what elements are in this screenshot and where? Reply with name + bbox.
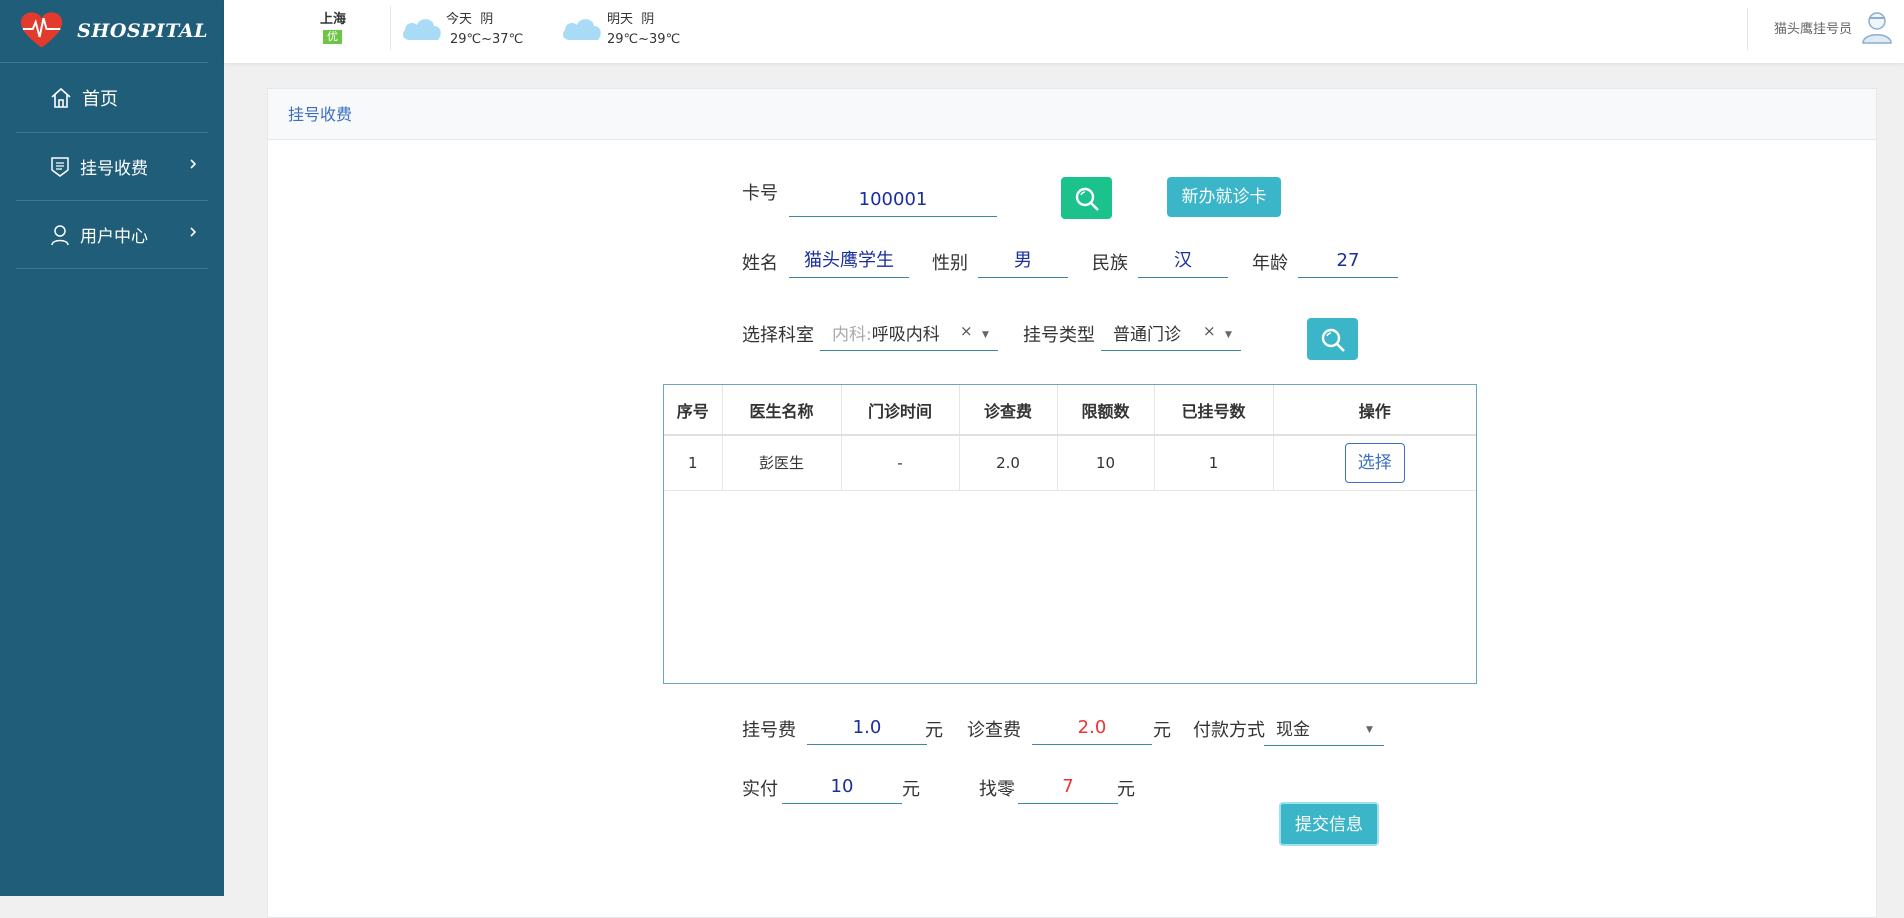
weather-tomorrow: 明天 阴 29℃~39℃ <box>607 12 681 47</box>
page-title: 挂号收费 <box>268 89 1876 140</box>
sidebar: SHOSPITAL 首页 挂号收费 用户中心 <box>0 0 224 896</box>
payment-method-label: 付款方式 <box>1193 720 1265 741</box>
air-quality-badge: 优 <box>323 30 342 44</box>
new-card-button[interactable]: 新办就诊卡 <box>1167 177 1281 217</box>
cloud-icon <box>402 19 441 40</box>
cell-no: 1 <box>664 435 723 491</box>
chevron-right-icon <box>190 227 197 237</box>
cell-time: - <box>841 435 960 491</box>
registration-card: 挂号收费 卡号 100001 新办就诊卡 姓名 猫头鹰学生 性别 男 民族 汉 … <box>267 88 1877 918</box>
registration-fee-field[interactable]: 1.0 <box>807 713 927 745</box>
search-schedule-button[interactable] <box>1307 318 1358 360</box>
doctor-avatar-icon[interactable] <box>1860 10 1894 44</box>
column-header: 限额数 <box>1057 385 1155 436</box>
search-icon <box>1321 328 1345 352</box>
weather-today: 今天 阴 29℃~37℃ <box>446 12 524 47</box>
shield-icon <box>51 156 69 177</box>
department-select[interactable]: 内科:呼吸内科 × ▼ <box>820 319 998 351</box>
cell-doctor: 彭医生 <box>722 435 842 491</box>
column-header: 已挂号数 <box>1154 385 1274 436</box>
change-label: 找零 <box>979 779 1015 800</box>
department-label: 选择科室 <box>742 325 814 346</box>
sidebar-item-home[interactable]: 首页 <box>16 63 208 133</box>
change-amount-field[interactable]: 7 <box>1018 772 1118 804</box>
name-label: 姓名 <box>742 253 778 274</box>
ethnic-field[interactable]: 汉 <box>1138 246 1228 278</box>
column-header: 诊查费 <box>959 385 1058 436</box>
gender-label: 性别 <box>932 253 968 274</box>
table-row: 1 彭医生 - 2.0 10 1 选择 <box>664 435 1476 491</box>
paid-label: 实付 <box>742 779 778 800</box>
unit-label: 元 <box>902 779 920 800</box>
divider <box>1747 8 1748 50</box>
registration-type-select[interactable]: 普通门诊 × ▼ <box>1101 319 1241 351</box>
age-field[interactable]: 27 <box>1298 246 1398 278</box>
chevron-down-icon: ▼ <box>1225 330 1232 340</box>
card-number-input[interactable]: 100001 <box>789 185 997 217</box>
exam-fee-field[interactable]: 2.0 <box>1032 713 1152 745</box>
unit-label: 元 <box>1117 779 1135 800</box>
chevron-right-icon <box>190 159 197 169</box>
current-user[interactable]: 猫头鹰挂号员 <box>1774 18 1852 37</box>
sidebar-item-label: 挂号收费 <box>80 159 148 179</box>
divider <box>390 6 391 50</box>
column-header: 操作 <box>1273 385 1476 436</box>
registration-fee-label: 挂号费 <box>742 720 796 741</box>
column-header: 序号 <box>664 385 723 436</box>
cell-count: 1 <box>1154 435 1274 491</box>
exam-fee-label: 诊查费 <box>967 720 1021 741</box>
city-name: 上海 <box>320 12 347 27</box>
ethnic-label: 民族 <box>1092 253 1128 274</box>
payment-method-select[interactable]: 现金 ▼ <box>1264 714 1384 746</box>
unit-label: 元 <box>1153 720 1171 741</box>
paid-amount-field[interactable]: 10 <box>782 772 902 804</box>
cell-fee: 2.0 <box>959 435 1058 491</box>
registration-type-label: 挂号类型 <box>1023 325 1095 346</box>
card-number-label: 卡号 <box>742 183 778 204</box>
top-bar: 上海 优 今天 阴 29℃~37℃ 明天 阴 29℃~39℃ 猫头鹰挂号员 <box>224 0 1904 63</box>
age-label: 年龄 <box>1252 253 1288 274</box>
brand-name: SHOSPITAL <box>77 20 208 42</box>
search-icon <box>1075 187 1099 211</box>
unit-label: 元 <box>925 720 943 741</box>
column-header: 医生名称 <box>722 385 842 436</box>
submit-button[interactable]: 提交信息 <box>1279 802 1379 846</box>
sidebar-item-label: 首页 <box>82 88 118 110</box>
column-header: 门诊时间 <box>841 385 960 436</box>
home-icon <box>51 87 71 108</box>
chevron-down-icon: ▼ <box>982 330 989 340</box>
select-doctor-button[interactable]: 选择 <box>1344 442 1405 483</box>
user-icon <box>51 224 69 245</box>
logo: SHOSPITAL <box>0 0 208 63</box>
sidebar-item-user-center[interactable]: 用户中心 <box>16 201 208 269</box>
chevron-down-icon: ▼ <box>1366 725 1373 735</box>
sidebar-item-registration[interactable]: 挂号收费 <box>16 133 208 201</box>
gender-field[interactable]: 男 <box>978 246 1068 278</box>
cloud-icon <box>562 19 601 40</box>
name-field[interactable]: 猫头鹰学生 <box>789 246 909 278</box>
heart-pulse-icon <box>20 12 63 48</box>
table-header-row: 序号 医生名称 门诊时间 诊查费 限额数 已挂号数 操作 <box>664 385 1476 436</box>
sidebar-item-label: 用户中心 <box>80 227 148 247</box>
clear-icon[interactable]: × <box>960 315 973 347</box>
clear-icon[interactable]: × <box>1203 315 1216 347</box>
search-card-button[interactable] <box>1061 177 1112 219</box>
cell-limit: 10 <box>1057 435 1155 491</box>
cell-action: 选择 <box>1273 435 1476 491</box>
doctor-schedule-table: 序号 医生名称 门诊时间 诊查费 限额数 已挂号数 操作 1 彭医生 - 2.0… <box>663 384 1477 684</box>
